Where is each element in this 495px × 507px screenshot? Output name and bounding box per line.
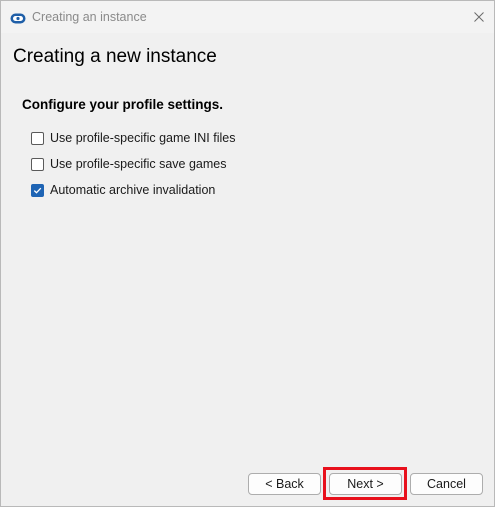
checkmark-icon bbox=[33, 187, 42, 194]
cancel-button[interactable]: Cancel bbox=[410, 473, 483, 495]
option-profile-ini-files[interactable]: Use profile-specific game INI files bbox=[31, 130, 235, 146]
profile-save-games-checkbox[interactable] bbox=[31, 157, 44, 171]
back-button[interactable]: < Back bbox=[248, 473, 321, 495]
dialog-window: Creating an instance Creating a new inst… bbox=[0, 0, 495, 507]
option-label: Use profile-specific save games bbox=[50, 157, 227, 171]
page-title: Creating a new instance bbox=[13, 46, 217, 67]
profile-ini-checkbox[interactable] bbox=[31, 131, 44, 145]
app-logo-icon bbox=[10, 11, 26, 24]
title-bar: Creating an instance bbox=[1, 1, 494, 33]
window-title: Creating an instance bbox=[32, 10, 147, 24]
option-label: Automatic archive invalidation bbox=[50, 183, 216, 197]
archive-invalidation-checkbox[interactable] bbox=[31, 183, 44, 197]
close-button[interactable] bbox=[464, 1, 494, 33]
option-label: Use profile-specific game INI files bbox=[50, 131, 236, 145]
close-icon bbox=[474, 12, 484, 22]
option-profile-save-games[interactable]: Use profile-specific save games bbox=[31, 156, 226, 172]
option-archive-invalidation[interactable]: Automatic archive invalidation bbox=[31, 182, 215, 198]
next-button[interactable]: Next > bbox=[329, 473, 402, 495]
section-heading: Configure your profile settings. bbox=[22, 97, 224, 112]
